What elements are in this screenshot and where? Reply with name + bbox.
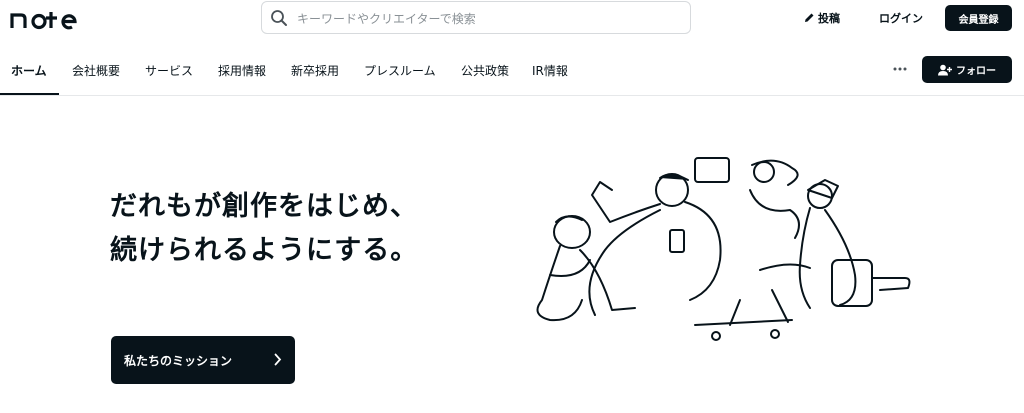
mission-button-label: 私たちのミッション [124,354,233,368]
tab-home[interactable]: ホーム [11,62,47,79]
note-logo[interactable] [10,8,90,30]
follow-button[interactable]: フォロー [922,56,1012,83]
mission-button[interactable]: 私たちのミッション [111,336,295,384]
chevron-right-icon [274,353,282,366]
post-label: 投稿 [818,12,840,25]
signup-button[interactable]: 会員登録 [945,5,1012,31]
tab-nav: ホーム 会社概要 サービス 採用情報 新卒採用 プレスルーム 公共政策 IR情報… [0,50,1024,96]
tab-services[interactable]: サービス [145,62,193,79]
tab-recruit[interactable]: 採用情報 [218,62,266,79]
login-button[interactable]: ログイン [879,10,923,26]
more-icon[interactable] [890,59,910,79]
active-tab-indicator [0,93,59,95]
tab-company[interactable]: 会社概要 [72,62,120,79]
post-button[interactable]: 投稿 [803,10,840,26]
search-icon [271,10,287,26]
creators-illustration [536,157,911,341]
pencil-icon [805,13,814,22]
search-box[interactable]: キーワードやクリエイターで検索 [261,1,691,34]
tab-public-policy[interactable]: 公共政策 [461,62,509,79]
follow-label: フォロー [956,66,996,77]
hero-title-line1: だれもが創作をはじめ、 [110,191,418,222]
top-header: キーワードやクリエイターで検索 投稿 ログイン 会員登録 [0,0,1024,40]
hero-title-line2: 続けられるようにする。 [110,235,419,266]
tab-press-room[interactable]: プレスルーム [364,62,436,79]
tab-new-grad[interactable]: 新卒採用 [291,62,339,79]
tab-ir[interactable]: IR情報 [532,62,568,79]
add-user-icon [938,64,952,75]
hero-title: だれもが創作をはじめ、 続けられるようにする。 [110,185,418,273]
search-placeholder: キーワードやクリエイターで検索 [297,12,476,26]
